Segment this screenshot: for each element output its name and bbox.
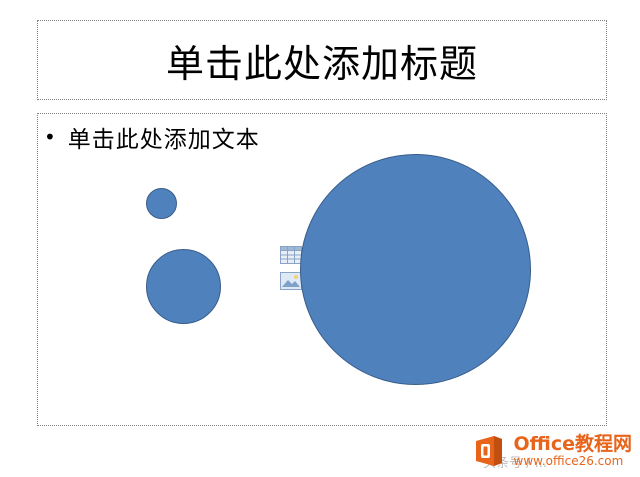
slide-canvas[interactable]: 单击此处添加标题 • 单击此处添加文本 头条号 / ... Office教程网 … [0, 0, 640, 477]
medium-circle-shape[interactable] [146, 249, 221, 324]
watermark-brand: Office教程网 [513, 432, 633, 455]
insert-picture-icon[interactable] [280, 272, 302, 290]
large-circle-shape[interactable] [300, 154, 531, 385]
title-placeholder-text: 单击此处添加标题 [165, 41, 478, 86]
insert-table-icon[interactable] [280, 246, 302, 264]
bullet-line: • 单击此处添加文本 [44, 120, 260, 154]
office-logo-icon [475, 436, 502, 466]
watermark-url: www.office26.com [513, 453, 624, 468]
watermark: Office教程网 www.office26.com [472, 432, 633, 469]
title-placeholder[interactable]: 单击此处添加标题 [37, 20, 607, 100]
content-placeholder-text: 单击此处添加文本 [67, 127, 260, 153]
small-circle-shape[interactable] [146, 188, 177, 219]
bullet-icon: • [44, 125, 56, 149]
